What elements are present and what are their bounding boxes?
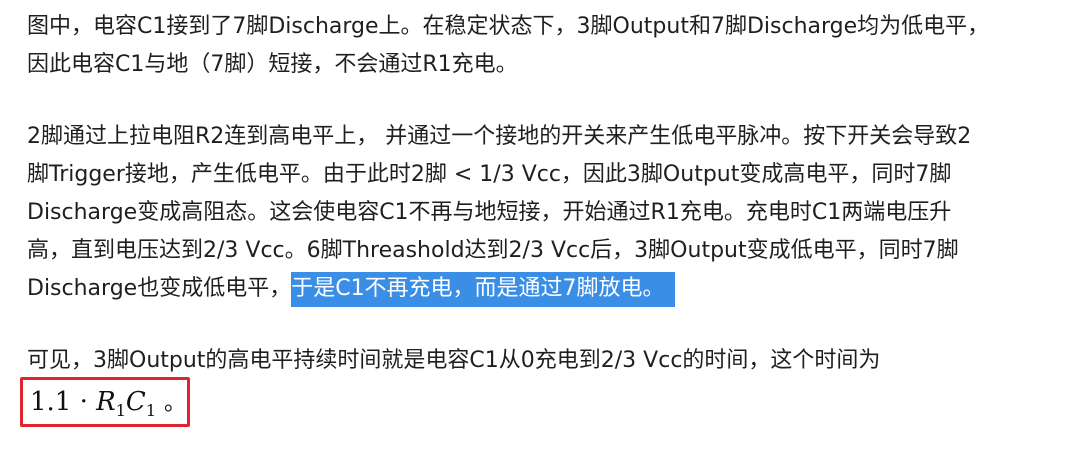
paragraph-line: 因此电容C1与地（7脚）短接，不会通过R1充电。: [27, 52, 518, 77]
article-body: 图中，电容C1接到了7脚Discharge上。在稳定状态下，3脚Output和7…: [27, 8, 1077, 380]
formula-r-subscript: 1: [115, 401, 126, 420]
formula-trailing-punctuation: 。: [164, 391, 187, 416]
formula-expression: 1.1 · R1C1。: [30, 382, 186, 425]
paragraph-last-line: Discharge也变成低电平，于是C1不再充电，而是通过7脚放电。: [27, 270, 1077, 308]
paragraph-line: Discharge变成高阻态。这会使电容C1不再与地短接，开始通过R1充电。充电…: [27, 200, 952, 225]
selected-text[interactable]: 于是C1不再充电，而是通过7脚放电。: [291, 272, 675, 307]
paragraph-line: 脚Trigger接地，产生低电平。由于此时2脚 < 1/3 Vcc，因此3脚Ou…: [27, 162, 952, 187]
formula-r-symbol: R: [96, 387, 116, 417]
paragraph-1: 图中，电容C1接到了7脚Discharge上。在稳定状态下，3脚Output和7…: [27, 8, 1077, 84]
paragraph-line: 高，直到电压达到2/3 Vcc。6脚Threashold达到2/3 Vcc后，3…: [27, 238, 959, 263]
paragraph-line: 图中，电容C1接到了7脚Discharge上。在稳定状态下，3脚Output和7…: [27, 14, 990, 39]
formula-c-subscript: 1: [145, 401, 157, 420]
formula-coefficient: 1.1: [30, 387, 72, 417]
paragraph-3: 可见，3脚Output的高电平持续时间就是电容C1从0充电到2/3 Vcc的时间…: [27, 342, 1077, 380]
formula-c-symbol: C: [125, 387, 146, 417]
formula-operator: ·: [79, 387, 88, 417]
paragraph-line-plain: Discharge也变成低电平，: [27, 276, 292, 301]
paragraph-line: 可见，3脚Output的高电平持续时间就是电容C1从0充电到2/3 Vcc的时间…: [27, 348, 881, 373]
paragraph-2: 2脚通过上拉电阻R2连到高电平上， 并通过一个接地的开关来产生低电平脉冲。按下开…: [27, 118, 1077, 308]
paragraph-line: 2脚通过上拉电阻R2连到高电平上， 并通过一个接地的开关来产生低电平脉冲。按下开…: [27, 124, 972, 149]
formula-annotation-box: 1.1 · R1C1。: [20, 377, 190, 427]
